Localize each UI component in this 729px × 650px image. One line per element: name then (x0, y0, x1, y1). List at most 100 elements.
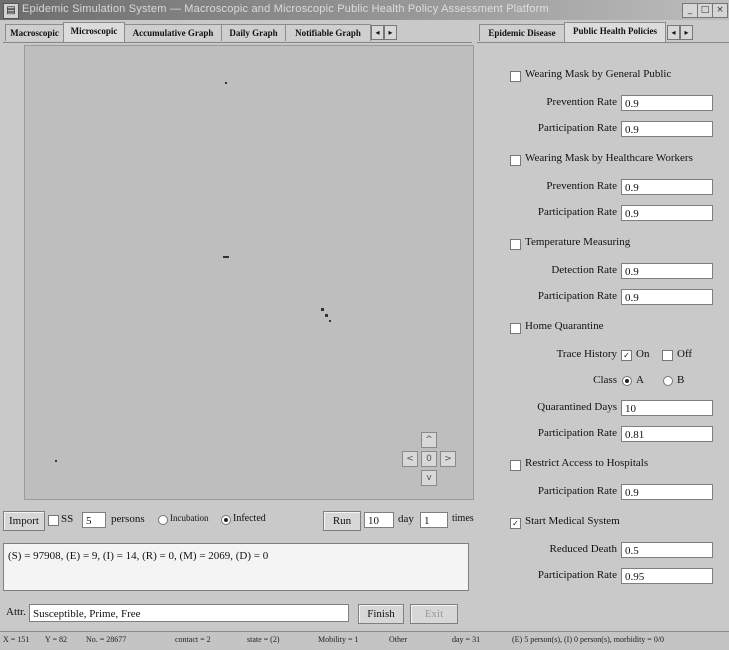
trace-off-label: Off (677, 348, 693, 360)
status-other: Other (389, 635, 408, 644)
status-summary: (E) 5 person(s), (I) 0 person(s), morbid… (512, 635, 665, 644)
maximize-button[interactable]: □ (697, 3, 713, 18)
trace-history-label: Trace History (556, 348, 617, 360)
application-window: ▤ Epidemic Simulation System — Macroscop… (0, 0, 729, 650)
status-mobility: Mobility = 1 (318, 635, 359, 644)
tab-daily-graph[interactable]: Daily Graph (221, 24, 286, 41)
status-x: X = 151 (3, 635, 30, 644)
mask-hcw-checkbox[interactable] (510, 155, 521, 166)
medical-system-label: Start Medical System (525, 515, 620, 527)
status-bar: X = 151 Y = 82 No. = 28677 contact = 2 s… (0, 631, 729, 650)
exit-button[interactable]: Exit (410, 604, 458, 624)
mask-hcw-participation-input[interactable]: 0.9 (621, 205, 713, 221)
persons-label: persons (111, 513, 145, 525)
attr-field[interactable]: Susceptible, Prime, Free (29, 604, 349, 622)
persons-input[interactable]: 5 (82, 512, 106, 528)
quarantined-days-input[interactable]: 10 (621, 400, 713, 416)
attr-label: Attr. (6, 606, 26, 618)
quarantine-participation-input[interactable]: 0.81 (621, 426, 713, 442)
agent-dot (225, 82, 227, 84)
pan-up-button[interactable]: ^ (421, 432, 437, 448)
infected-radio[interactable] (221, 515, 231, 525)
mask-hcw-label: Wearing Mask by Healthcare Workers (525, 152, 693, 164)
class-a-label: A (636, 374, 644, 386)
temperature-participation-input[interactable]: 0.9 (621, 289, 713, 305)
mask-hcw-participation-label: Participation Rate (537, 206, 617, 218)
medical-participation-input[interactable]: 0.95 (621, 568, 713, 584)
agent-dot (325, 314, 328, 317)
day-input[interactable]: 10 (364, 512, 394, 528)
mask-public-label: Wearing Mask by General Public (525, 68, 672, 80)
day-label: day (398, 513, 414, 525)
class-b-radio[interactable] (663, 376, 673, 386)
temperature-label: Temperature Measuring (525, 236, 631, 248)
tab-accumulative-graph[interactable]: Accumulative Graph (124, 24, 222, 41)
status-number: No. = 28677 (86, 635, 127, 644)
restrict-hospitals-label: Restrict Access to Hospitals (525, 457, 649, 469)
agent-dot (55, 460, 57, 462)
pan-center-button[interactable]: 0 (421, 451, 437, 467)
ss-checkbox[interactable] (48, 515, 59, 526)
infected-label: Infected (233, 513, 266, 524)
times-input[interactable]: 1 (420, 512, 448, 528)
status-contact: contact = 2 (175, 635, 211, 644)
pan-left-button[interactable]: < (402, 451, 418, 467)
medical-participation-label: Participation Rate (537, 569, 617, 581)
pan-right-button[interactable]: > (440, 451, 456, 467)
reduced-death-label: Reduced Death (549, 543, 618, 555)
tab-notifiable-graph[interactable]: Notifiable Graph (285, 24, 371, 41)
close-button[interactable]: × (712, 3, 728, 18)
title-bar: ▤ Epidemic Simulation System — Macroscop… (0, 0, 729, 20)
simulation-output[interactable]: (S) = 97908, (E) = 9, (I) = 14, (R) = 0,… (3, 543, 469, 591)
pan-down-button[interactable]: v (421, 470, 437, 486)
class-a-radio[interactable] (622, 376, 632, 386)
incubation-radio[interactable] (158, 515, 168, 525)
ss-label: SS (61, 513, 74, 525)
app-icon[interactable]: ▤ (3, 3, 19, 19)
restrict-hospitals-checkbox[interactable] (510, 460, 521, 471)
right-tab-scroll-right-icon[interactable]: ▸ (680, 25, 693, 40)
status-y: Y = 82 (45, 635, 67, 644)
tab-microscopic[interactable]: Microscopic (63, 22, 125, 42)
minimize-button[interactable]: _ (682, 3, 698, 18)
agent-dot (223, 256, 229, 258)
import-button[interactable]: Import (3, 511, 45, 531)
microscopic-canvas[interactable]: ^ < 0 > v (24, 45, 474, 500)
reduced-death-input[interactable]: 0.5 (621, 542, 713, 558)
tab-public-health-policies[interactable]: Public Health Policies (564, 22, 666, 42)
mask-hcw-prevention-label: Prevention Rate (546, 180, 617, 192)
tab-macroscopic[interactable]: Macroscopic (5, 24, 64, 41)
home-quarantine-checkbox[interactable] (510, 323, 521, 334)
finish-button[interactable]: Finish (358, 604, 404, 624)
status-day: day = 31 (452, 635, 481, 644)
window-title: Epidemic Simulation System — Macroscopic… (22, 3, 549, 15)
mask-public-checkbox[interactable] (510, 71, 521, 82)
mask-public-participation-label: Participation Rate (537, 122, 617, 134)
quarantined-days-label: Quarantined Days (537, 401, 617, 413)
policies-panel: Wearing Mask by General Public Preventio… (480, 58, 729, 618)
agent-dot (329, 320, 331, 322)
temperature-participation-label: Participation Rate (537, 290, 617, 302)
mask-public-prevention-input[interactable]: 0.9 (621, 95, 713, 111)
tab-scroll-left-icon[interactable]: ◂ (371, 25, 384, 40)
status-state: state = (2) (247, 635, 280, 644)
tab-epidemic-disease[interactable]: Epidemic Disease (479, 24, 565, 41)
trace-off-checkbox[interactable] (662, 350, 673, 361)
trace-on-checkbox[interactable]: ✓ (621, 350, 632, 361)
left-tab-strip: Macroscopic Microscopic Accumulative Gra… (3, 22, 472, 43)
temperature-checkbox[interactable] (510, 239, 521, 250)
trace-on-label: On (636, 348, 650, 360)
mask-public-prevention-label: Prevention Rate (546, 96, 617, 108)
class-b-label: B (677, 374, 685, 386)
incubation-label: Incubation (170, 513, 209, 523)
run-button[interactable]: Run (323, 511, 361, 531)
right-tab-scroll-left-icon[interactable]: ◂ (667, 25, 680, 40)
mask-hcw-prevention-input[interactable]: 0.9 (621, 179, 713, 195)
right-tab-strip: Epidemic Disease Public Health Policies … (477, 22, 729, 43)
temperature-detection-input[interactable]: 0.9 (621, 263, 713, 279)
tab-scroll-right-icon[interactable]: ▸ (384, 25, 397, 40)
mask-public-participation-input[interactable]: 0.9 (621, 121, 713, 137)
restrict-participation-input[interactable]: 0.9 (621, 484, 713, 500)
medical-system-checkbox[interactable]: ✓ (510, 518, 521, 529)
restrict-participation-label: Participation Rate (537, 485, 617, 497)
